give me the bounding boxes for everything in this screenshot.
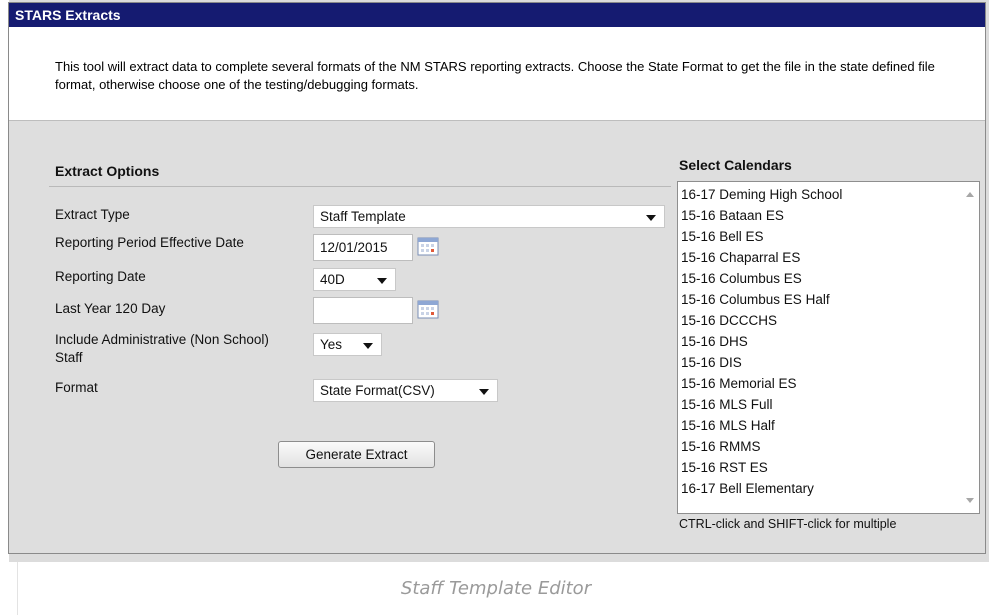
calendar-icon[interactable] [417, 237, 439, 256]
chevron-down-icon [646, 215, 656, 221]
list-item[interactable]: 15-16 RST ES [681, 457, 768, 478]
extract-type-select[interactable]: Staff Template [313, 205, 665, 228]
extract-options-title: Extract Options [55, 163, 160, 179]
title-bar: STARS Extracts [9, 3, 985, 27]
reporting-date-value: 40D [320, 272, 345, 287]
list-item[interactable]: 16-17 Deming High School [681, 184, 842, 205]
listbox-scrollbar[interactable] [962, 182, 979, 513]
list-item[interactable]: 15-16 Columbus ES Half [681, 289, 830, 310]
format-label: Format [55, 380, 98, 395]
calendar-listbox[interactable]: 16-17 Deming High School 15-16 Bataan ES… [677, 181, 980, 514]
list-item[interactable]: 15-16 MLS Full [681, 394, 773, 415]
last-year-120-label: Last Year 120 Day [55, 301, 166, 316]
window-title: STARS Extracts [15, 7, 121, 23]
chevron-down-icon [479, 389, 489, 395]
include-admin-staff-label: Include Administrative (Non School) Staf… [55, 332, 269, 365]
reporting-date-label: Reporting Date [55, 269, 146, 284]
last-year-120-date-input[interactable] [313, 297, 413, 324]
extract-type-label: Extract Type [55, 207, 130, 222]
include-admin-staff-select[interactable]: Yes [313, 333, 382, 356]
include-admin-staff-value: Yes [320, 337, 343, 352]
chevron-down-icon [363, 343, 373, 349]
list-item[interactable]: 15-16 DCCCHS [681, 310, 777, 331]
intro-panel: This tool will extract data to complete … [9, 27, 985, 121]
section-divider [49, 186, 671, 187]
multi-select-hint: CTRL-click and SHIFT-click for multiple [679, 517, 897, 531]
reporting-period-label: Reporting Period Effective Date [55, 235, 244, 250]
list-item[interactable]: 15-16 DHS [681, 331, 748, 352]
stars-extracts-window: STARS Extracts This tool will extract da… [8, 2, 986, 554]
reporting-period-date-input[interactable]: 12/01/2015 [313, 234, 413, 261]
list-item[interactable]: 15-16 Chaparral ES [681, 247, 800, 268]
intro-description: This tool will extract data to complete … [55, 59, 935, 92]
extract-type-value: Staff Template [320, 209, 406, 224]
list-item[interactable]: 15-16 RMMS [681, 436, 761, 457]
scroll-up-icon[interactable] [966, 192, 974, 197]
figure-caption: Staff Template Editor [400, 578, 592, 599]
calendar-icon[interactable] [417, 300, 439, 319]
chevron-down-icon [377, 278, 387, 284]
format-value: State Format(CSV) [320, 383, 435, 398]
select-calendars-title: Select Calendars [679, 157, 792, 173]
generate-extract-button[interactable]: Generate Extract [278, 441, 435, 468]
list-item[interactable]: 15-16 MLS Half [681, 415, 775, 436]
list-item[interactable]: 15-16 DIS [681, 352, 742, 373]
list-item[interactable]: 15-16 Memorial ES [681, 373, 797, 394]
scroll-down-icon[interactable] [966, 498, 974, 503]
reporting-period-date-value: 12/01/2015 [320, 240, 388, 255]
format-select[interactable]: State Format(CSV) [313, 379, 498, 402]
list-item[interactable]: 15-16 Bataan ES [681, 205, 784, 226]
list-item[interactable]: 15-16 Bell ES [681, 226, 764, 247]
list-item[interactable]: 16-17 Bell Elementary [681, 478, 814, 499]
reporting-date-select[interactable]: 40D [313, 268, 396, 291]
list-item[interactable]: 15-16 Columbus ES [681, 268, 802, 289]
